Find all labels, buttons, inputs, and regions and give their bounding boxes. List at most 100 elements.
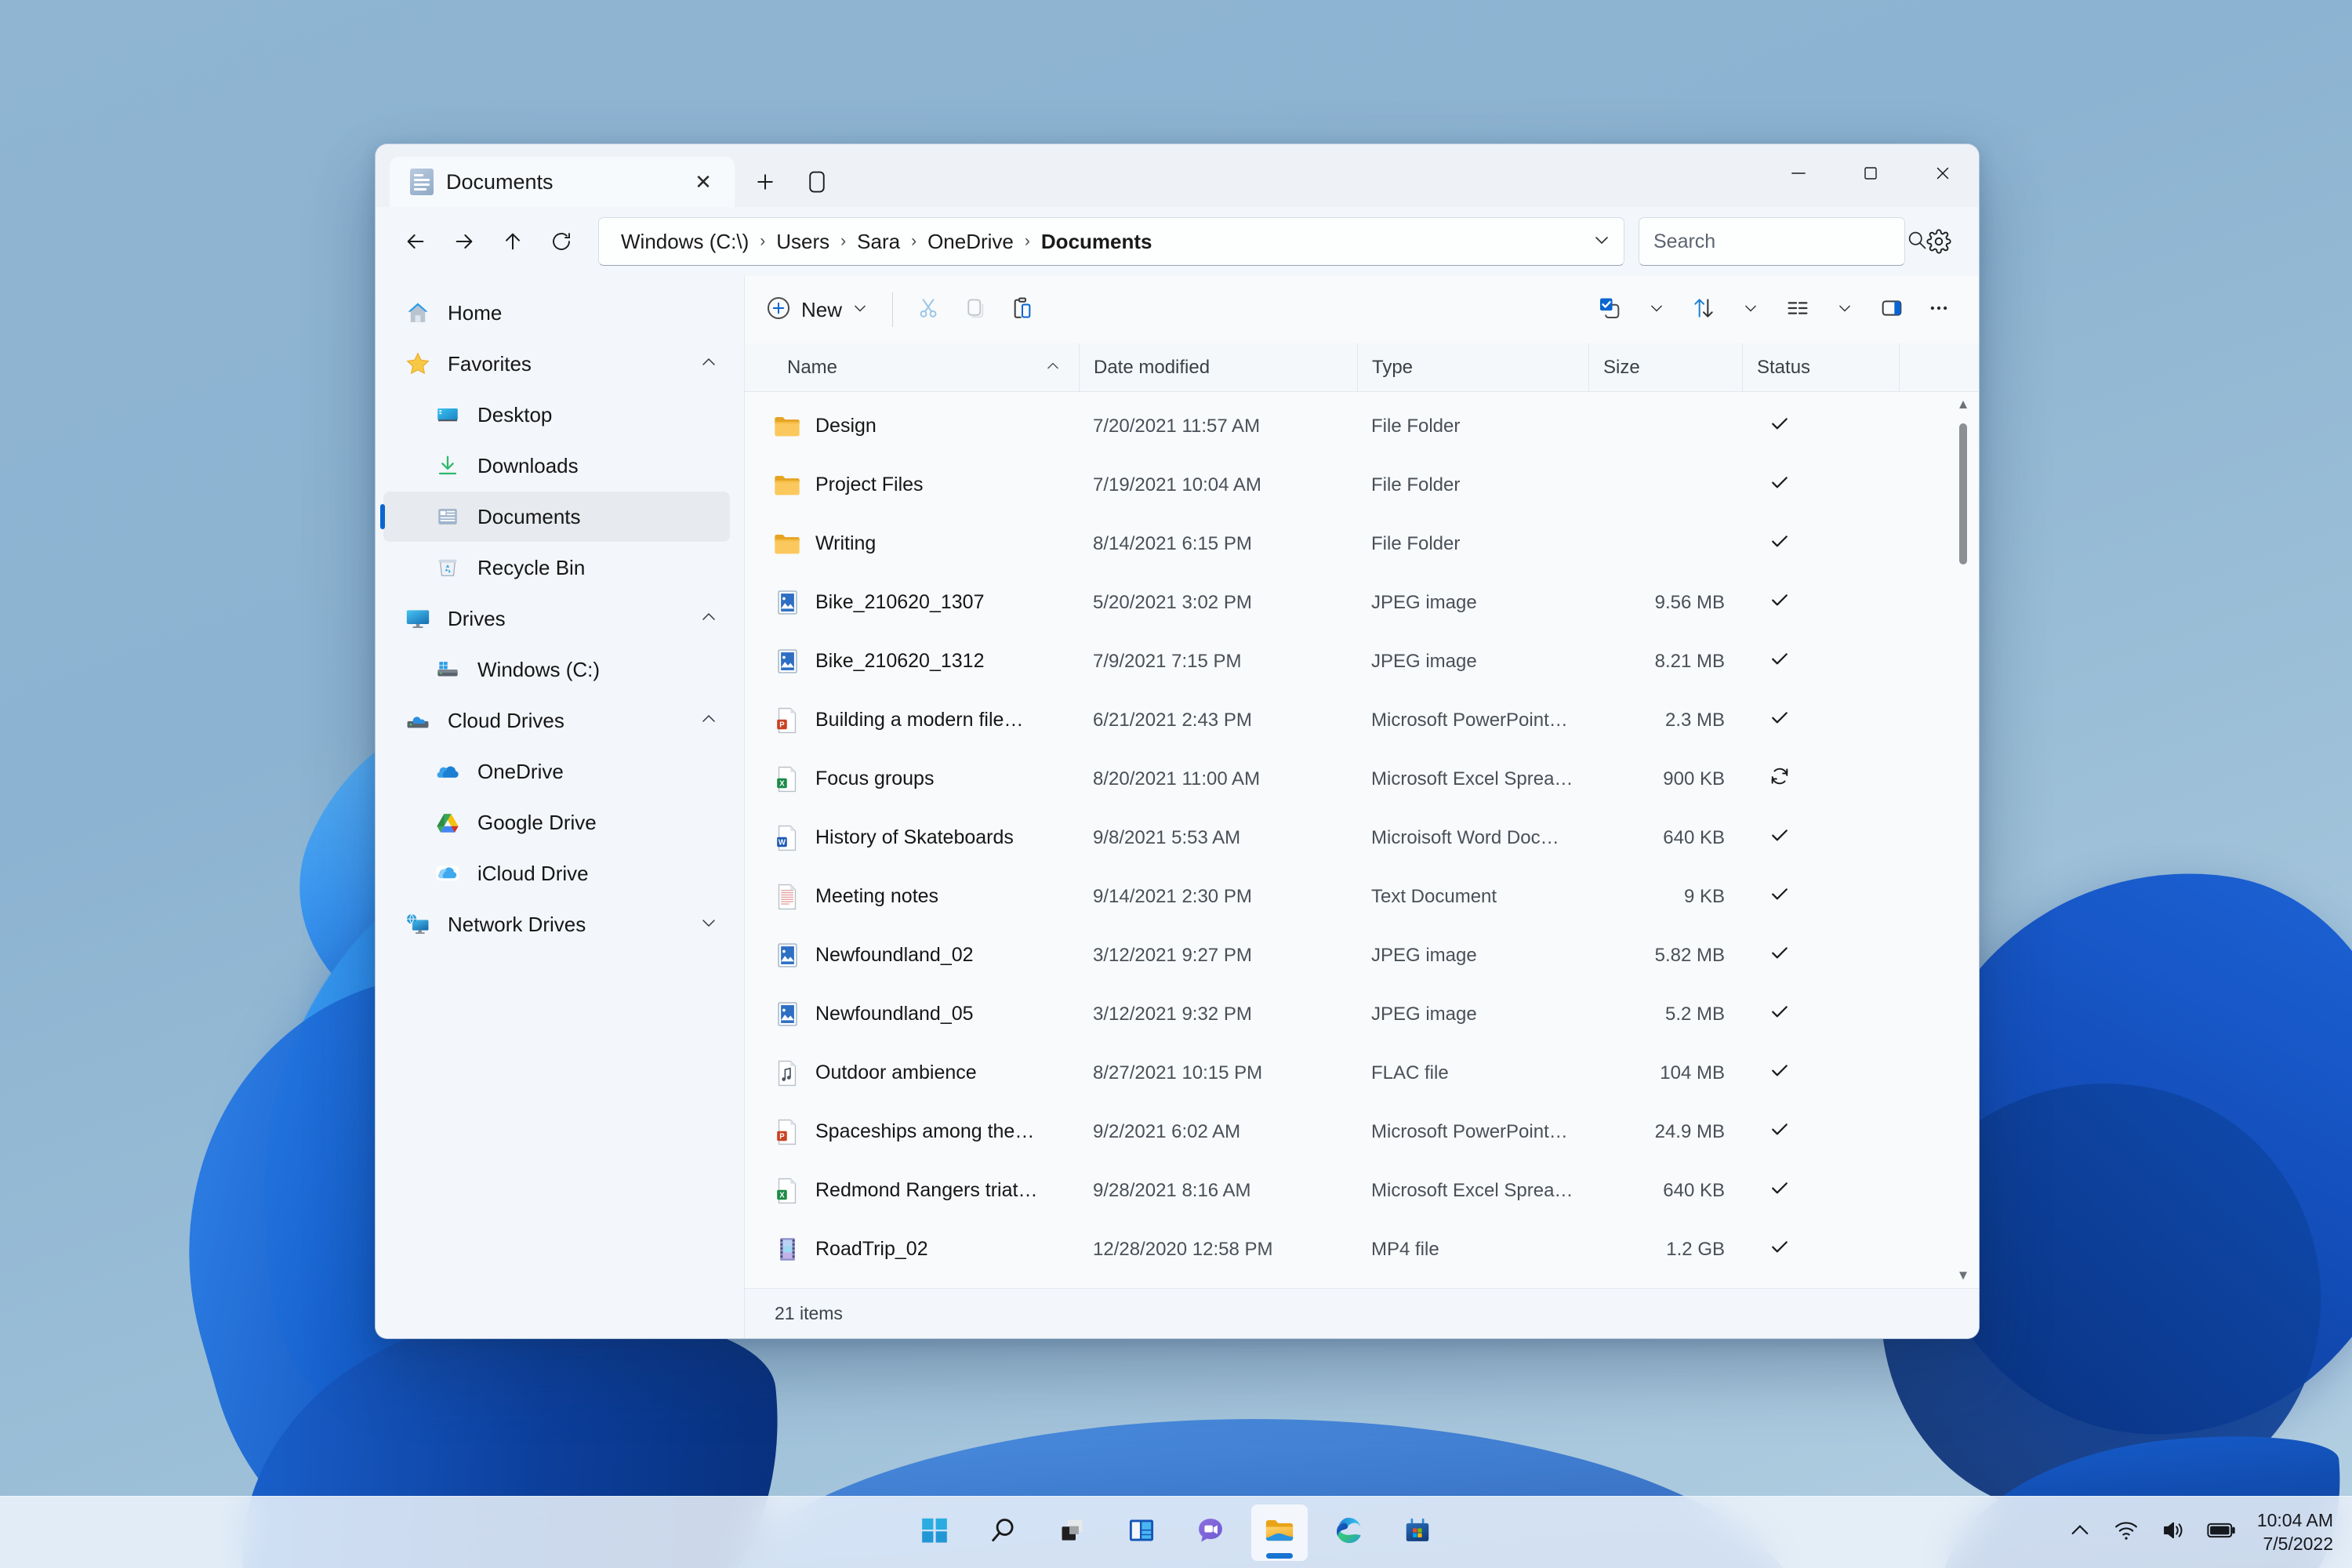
select-button[interactable] bbox=[1587, 287, 1632, 332]
sidebar-item-google-drive[interactable]: Google Drive bbox=[383, 797, 730, 848]
chevron-down-icon[interactable] bbox=[699, 916, 719, 934]
hard-drive-icon bbox=[430, 657, 465, 682]
copy-button[interactable] bbox=[953, 287, 998, 332]
sidebar-item-label: Home bbox=[448, 300, 503, 325]
table-row[interactable]: Meeting notes 9/14/2021 2:30 PM Text Docum… bbox=[773, 867, 1979, 926]
paste-button[interactable] bbox=[1000, 287, 1045, 332]
column-header-size[interactable]: Size bbox=[1588, 343, 1742, 391]
sidebar-item-recycle-bin[interactable]: Recycle Bin bbox=[383, 543, 730, 593]
table-row[interactable]: W History of Skateboards 9/8/2021 5:53 AM… bbox=[773, 808, 1979, 867]
up-button[interactable] bbox=[490, 219, 535, 264]
table-row[interactable]: RoadTrip_02 12/28/2020 12:58 PM MP4 file 1.… bbox=[773, 1220, 1979, 1279]
search-input[interactable] bbox=[1653, 230, 1906, 253]
file-explorer-button[interactable] bbox=[1251, 1504, 1308, 1561]
table-row[interactable]: Newfoundland_02 3/12/2021 9:27 PM JPEG ima… bbox=[773, 926, 1979, 985]
select-dropdown[interactable] bbox=[1634, 287, 1679, 332]
task-view-button[interactable] bbox=[1044, 1504, 1101, 1561]
table-row[interactable]: Newfoundland_05 3/12/2021 9:32 PM JPEG ima… bbox=[773, 985, 1979, 1044]
breadcrumb-item-current[interactable]: Documents bbox=[1036, 227, 1157, 257]
sidebar-item-desktop[interactable]: Desktop bbox=[383, 390, 730, 440]
forward-button[interactable] bbox=[441, 219, 487, 264]
table-row[interactable]: Design 7/20/2021 11:57 AM File Folder bbox=[773, 397, 1979, 456]
search-button[interactable] bbox=[975, 1504, 1032, 1561]
close-tab-icon[interactable]: ✕ bbox=[686, 165, 720, 199]
available-offline-check-icon bbox=[1769, 471, 1791, 499]
cut-button[interactable] bbox=[906, 287, 951, 332]
view-button[interactable] bbox=[1775, 287, 1820, 332]
chevron-down-icon bbox=[1836, 301, 1853, 318]
new-tab-button[interactable] bbox=[744, 161, 786, 203]
column-header-type[interactable]: Type bbox=[1357, 343, 1588, 391]
column-header-status[interactable]: Status bbox=[1742, 343, 1899, 391]
chevron-up-icon[interactable] bbox=[699, 610, 719, 628]
table-row[interactable]: Project Files 7/19/2021 10:04 AM File Fold… bbox=[773, 456, 1979, 514]
gear-icon[interactable] bbox=[1916, 219, 1962, 264]
chevron-down-icon[interactable] bbox=[1584, 233, 1611, 251]
sidebar-item-favorites[interactable]: Favorites bbox=[383, 339, 730, 389]
wifi-icon[interactable] bbox=[2113, 1519, 2140, 1546]
tab-list-icon[interactable] bbox=[796, 161, 838, 203]
start-button[interactable] bbox=[906, 1504, 963, 1561]
column-header-date-modified[interactable]: Date modified bbox=[1079, 343, 1357, 391]
maximize-button[interactable] bbox=[1835, 144, 1907, 202]
window-controls bbox=[1762, 144, 1979, 202]
breadcrumb-item[interactable]: OneDrive bbox=[923, 227, 1018, 257]
tab-documents[interactable]: Documents ✕ bbox=[390, 157, 735, 207]
scroll-up-arrow[interactable]: ▲ bbox=[1957, 392, 1970, 417]
chat-button[interactable] bbox=[1182, 1504, 1239, 1561]
more-options-button[interactable] bbox=[1916, 287, 1962, 332]
scrollbar-track[interactable] bbox=[1954, 417, 1973, 1263]
show-hidden-icons-chevron[interactable] bbox=[2067, 1522, 2092, 1543]
column-label: Date modified bbox=[1094, 356, 1210, 378]
table-row[interactable] bbox=[773, 1279, 1979, 1288]
sort-dropdown[interactable] bbox=[1728, 287, 1773, 332]
sidebar-item-home[interactable]: Home bbox=[383, 288, 730, 338]
breadcrumb-bar[interactable]: Windows (C:\) › Users › Sara › OneDrive … bbox=[598, 217, 1624, 266]
refresh-button[interactable] bbox=[539, 219, 584, 264]
table-row[interactable]: X Redmond Rangers triat… 9/28/2021 8:16 A… bbox=[773, 1161, 1979, 1220]
chevron-down-icon[interactable] bbox=[851, 301, 869, 318]
minimize-button[interactable] bbox=[1762, 144, 1835, 202]
breadcrumb-item[interactable]: Sara bbox=[852, 227, 905, 257]
search-box[interactable] bbox=[1639, 217, 1926, 266]
file-size-cell: 5.2 MB bbox=[1664, 1003, 1725, 1025]
details-pane-button[interactable] bbox=[1869, 287, 1915, 332]
sort-button[interactable] bbox=[1681, 287, 1726, 332]
volume-icon[interactable] bbox=[2160, 1519, 2187, 1546]
edge-button[interactable] bbox=[1320, 1504, 1377, 1561]
new-button[interactable]: New bbox=[757, 287, 880, 332]
chat-icon bbox=[1196, 1515, 1225, 1549]
table-row[interactable]: Bike_210620_1312 7/9/2021 7:15 PM JPEG ima… bbox=[773, 632, 1979, 691]
store-button[interactable] bbox=[1389, 1504, 1446, 1561]
scrollbar-thumb[interactable] bbox=[1959, 423, 1967, 564]
sidebar-item-network-drives[interactable]: Network Drives bbox=[383, 899, 730, 949]
table-row[interactable]: Outdoor ambience 8/27/2021 10:15 PM FLAC f… bbox=[773, 1044, 1979, 1102]
sidebar-item-downloads[interactable]: Downloads bbox=[383, 441, 730, 491]
navigation-pane: Home Favorites Desktop Downloads Documen… bbox=[376, 276, 744, 1338]
table-row[interactable]: P Building a modern file… 6/21/2021 2:43 … bbox=[773, 691, 1979, 750]
clock[interactable]: 10:04 AM 7/5/2022 bbox=[2257, 1509, 2333, 1555]
breadcrumb-item[interactable]: Windows (C:\) bbox=[616, 227, 753, 257]
breadcrumb-item[interactable]: Users bbox=[771, 227, 834, 257]
sidebar-item-documents[interactable]: Documents bbox=[380, 492, 730, 542]
sidebar-item-icloud-drive[interactable]: iCloud Drive bbox=[383, 848, 730, 898]
chevron-up-icon[interactable] bbox=[699, 355, 719, 373]
sidebar-item-onedrive[interactable]: OneDrive bbox=[383, 746, 730, 797]
scroll-down-arrow[interactable]: ▼ bbox=[1957, 1263, 1970, 1288]
sidebar-item-drives[interactable]: Drives bbox=[383, 593, 730, 644]
chevron-up-icon[interactable] bbox=[699, 712, 719, 730]
back-button[interactable] bbox=[393, 219, 438, 264]
column-header-name[interactable]: Name bbox=[773, 343, 1079, 391]
close-button[interactable] bbox=[1907, 144, 1979, 202]
content-pane: New Name Date modified Type Size Status … bbox=[744, 276, 1979, 1338]
sidebar-item-windows-c[interactable]: Windows (C:) bbox=[383, 644, 730, 695]
table-row[interactable]: Bike_210620_1307 5/20/2021 3:02 PM JPEG im… bbox=[773, 573, 1979, 632]
battery-icon[interactable] bbox=[2207, 1520, 2237, 1544]
sidebar-item-cloud-drives[interactable]: Cloud Drives bbox=[383, 695, 730, 746]
view-dropdown[interactable] bbox=[1822, 287, 1867, 332]
vertical-scrollbar[interactable]: ▲ ▼ bbox=[1954, 392, 1973, 1288]
table-row[interactable]: X Focus groups 8/20/2021 11:00 AM Microsof… bbox=[773, 750, 1979, 808]
widgets-button[interactable] bbox=[1113, 1504, 1170, 1561]
table-row[interactable]: P Spaceships among the… 9/2/2021 6:02 AM M… bbox=[773, 1102, 1979, 1161]
table-row[interactable]: Writing 8/14/2021 6:15 PM File Folder bbox=[773, 514, 1979, 573]
